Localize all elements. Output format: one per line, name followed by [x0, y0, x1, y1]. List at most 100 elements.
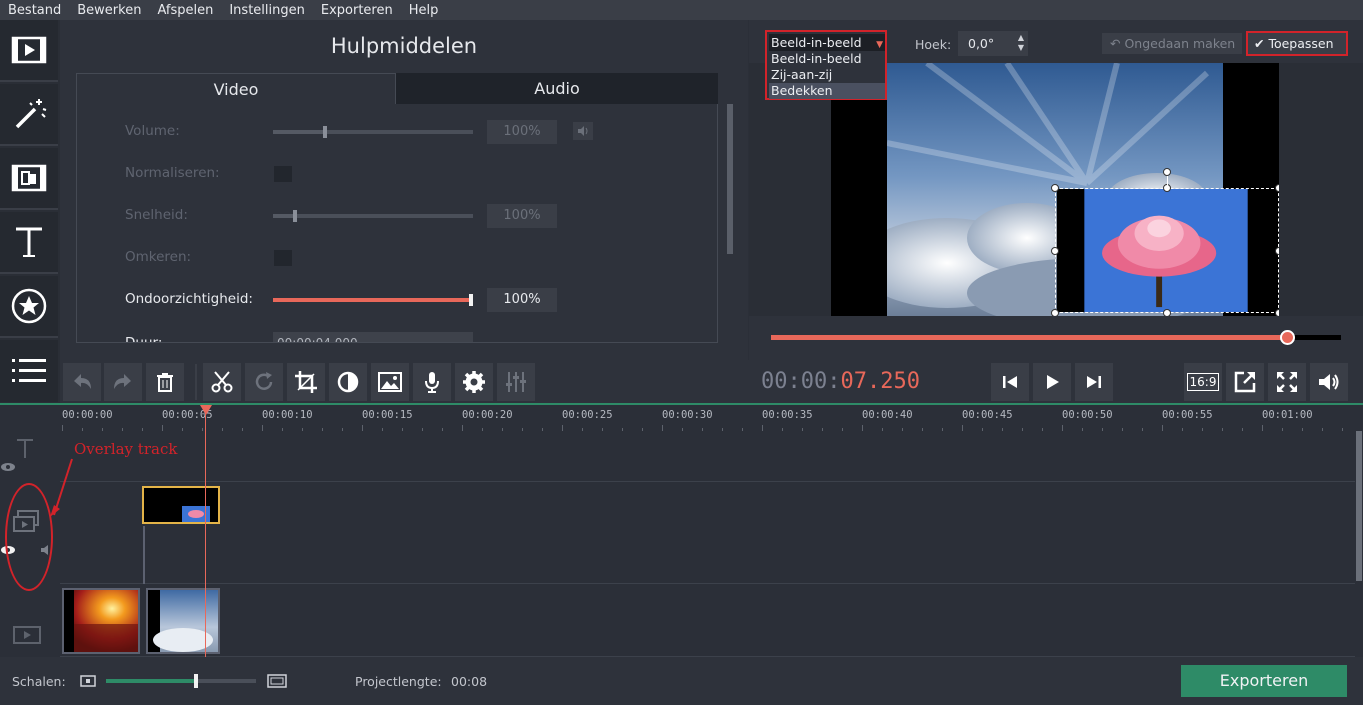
duration-field[interactable]: 00:00:04.000	[273, 332, 473, 342]
duration-label: Duur:	[125, 335, 163, 343]
reverse-row: Omkeren:	[77, 246, 717, 270]
record-audio-button[interactable]	[413, 363, 451, 401]
tab-audio[interactable]: Audio	[396, 73, 718, 104]
media-insert-button[interactable]	[371, 363, 409, 401]
overlay-track[interactable]	[60, 482, 1355, 584]
resize-handle-bl[interactable]	[1051, 309, 1059, 316]
timeline-scrollbar[interactable]	[1355, 431, 1363, 657]
zoom-out-icon[interactable]	[80, 675, 96, 687]
import-media-button[interactable]	[0, 20, 58, 82]
cut-button[interactable]	[203, 363, 241, 401]
angle-spinner-icon[interactable]: ▲ ▼	[1018, 33, 1024, 53]
overlay-video[interactable]	[1051, 168, 1279, 316]
undo-icon	[74, 374, 91, 389]
film-icon	[11, 36, 47, 64]
undo-button[interactable]	[63, 363, 101, 401]
zoom-slider[interactable]	[106, 674, 256, 688]
tab-video[interactable]: Video	[76, 73, 396, 104]
normalize-label: Normaliseren:	[125, 165, 220, 181]
detach-player-button[interactable]	[1226, 363, 1264, 401]
opacity-slider[interactable]	[273, 294, 473, 306]
pip-mode-dropdown[interactable]: Beeld-in-beeld ▼ Beeld-in-beeld Zij-aan-z…	[765, 30, 887, 100]
pip-mode-current[interactable]: Beeld-in-beeld ▼	[769, 34, 885, 51]
menu-afspelen[interactable]: Afspelen	[149, 3, 221, 18]
resize-handle-tr[interactable]	[1275, 184, 1279, 192]
ruler-tick-label: 00:00:55	[1162, 409, 1213, 421]
panel-title: Hulpmiddelen	[330, 34, 478, 58]
color-adjust-button[interactable]	[329, 363, 367, 401]
settings-scrollbar[interactable]	[726, 104, 734, 344]
undo-changes-button[interactable]: ↶ Ongedaan maken	[1102, 33, 1242, 54]
equalizer-button[interactable]	[497, 363, 535, 401]
apply-button[interactable]: ✔ Toepassen	[1246, 31, 1348, 56]
volume-value[interactable]: 100%	[487, 120, 557, 144]
seekbar-knob[interactable]	[1279, 330, 1295, 345]
next-frame-button[interactable]	[1075, 363, 1113, 401]
left-toolbar	[0, 20, 60, 403]
fullscreen-button[interactable]	[1268, 363, 1306, 401]
preview-panel: Beeld-in-beeld ▼ Beeld-in-beeld Zij-aan-z…	[749, 20, 1363, 360]
tool-tabs: Video Audio	[76, 73, 718, 104]
transitions-button[interactable]	[0, 148, 58, 210]
opacity-label: Ondoorzichtigheid:	[125, 291, 253, 307]
playhead[interactable]	[205, 405, 206, 657]
angle-field[interactable]: 0,0° ▲ ▼	[958, 31, 1028, 56]
stickers-button[interactable]	[0, 276, 58, 338]
ruler-tick-label: 00:00:10	[262, 409, 313, 421]
text-track[interactable]	[60, 431, 1355, 482]
menu-bar: Bestand Bewerken Afspelen Instellingen E…	[0, 0, 1363, 20]
playback-seekbar[interactable]	[771, 330, 1341, 345]
ruler-tick-label: 00:00:40	[862, 409, 913, 421]
settings-button[interactable]	[455, 363, 493, 401]
overlay-link-line	[143, 526, 145, 584]
crop-button[interactable]	[287, 363, 325, 401]
video-clip-sunset[interactable]	[62, 588, 140, 654]
more-tools-button[interactable]	[0, 340, 58, 402]
rotate-handle[interactable]	[1163, 168, 1171, 176]
pip-option-zij-aan-zij[interactable]: Zij-aan-zij	[769, 67, 885, 83]
zoom-slider-knob[interactable]	[194, 674, 198, 688]
menu-instellingen[interactable]: Instellingen	[221, 3, 313, 18]
play-button[interactable]	[1033, 363, 1071, 401]
aspect-ratio-button[interactable]: 16:9	[1184, 363, 1222, 401]
volume-button[interactable]	[1310, 363, 1348, 401]
rotate-button[interactable]	[245, 363, 283, 401]
reverse-checkbox[interactable]	[273, 249, 293, 267]
ruler-tick-label: 00:01:00	[1262, 409, 1313, 421]
menu-bewerken[interactable]: Bewerken	[69, 3, 149, 18]
project-length-value: 00:08	[451, 674, 488, 689]
normalize-checkbox[interactable]	[273, 165, 293, 183]
menu-bestand[interactable]: Bestand	[0, 3, 69, 18]
resize-handle-tl[interactable]	[1051, 184, 1059, 192]
overlay-clip[interactable]	[142, 486, 220, 524]
resize-handle-r[interactable]	[1275, 247, 1279, 255]
delete-button[interactable]	[146, 363, 184, 401]
speed-value[interactable]: 100%	[487, 204, 557, 228]
ruler-tick-label: 00:00:20	[462, 409, 513, 421]
speaker-icon[interactable]	[573, 122, 593, 140]
zoom-in-icon[interactable]	[267, 674, 287, 688]
titles-button[interactable]	[0, 212, 58, 274]
resize-handle-b[interactable]	[1163, 309, 1171, 316]
menu-help[interactable]: Help	[401, 3, 447, 18]
video-track[interactable]	[60, 584, 1355, 657]
text-t-icon	[16, 227, 42, 257]
export-button[interactable]: Exporteren	[1181, 665, 1347, 697]
pip-option-bedekken[interactable]: Bedekken	[769, 83, 885, 99]
resize-handle-br[interactable]	[1275, 309, 1279, 316]
pip-option-beeld-in-beeld[interactable]: Beeld-in-beeld	[769, 51, 885, 67]
menu-exporteren[interactable]: Exporteren	[313, 3, 401, 18]
tools-panel: Hulpmiddelen Video Audio Volume: 100% No…	[60, 20, 748, 360]
volume-slider[interactable]	[273, 126, 473, 138]
previous-frame-button[interactable]	[991, 363, 1029, 401]
seekbar-progress	[771, 335, 1288, 340]
eye-icon[interactable]	[0, 462, 16, 472]
redo-button[interactable]	[104, 363, 142, 401]
speed-slider[interactable]	[273, 210, 473, 222]
filters-button[interactable]	[0, 84, 58, 146]
resize-handle-l[interactable]	[1051, 247, 1059, 255]
video-clip-sky[interactable]	[146, 588, 220, 654]
opacity-value[interactable]: 100%	[487, 288, 557, 312]
playhead-marker[interactable]	[200, 405, 212, 415]
time-ruler[interactable]: 00:00:00 00:00:05 00:00:10 00:00:15 00:00:20…	[60, 405, 1355, 431]
